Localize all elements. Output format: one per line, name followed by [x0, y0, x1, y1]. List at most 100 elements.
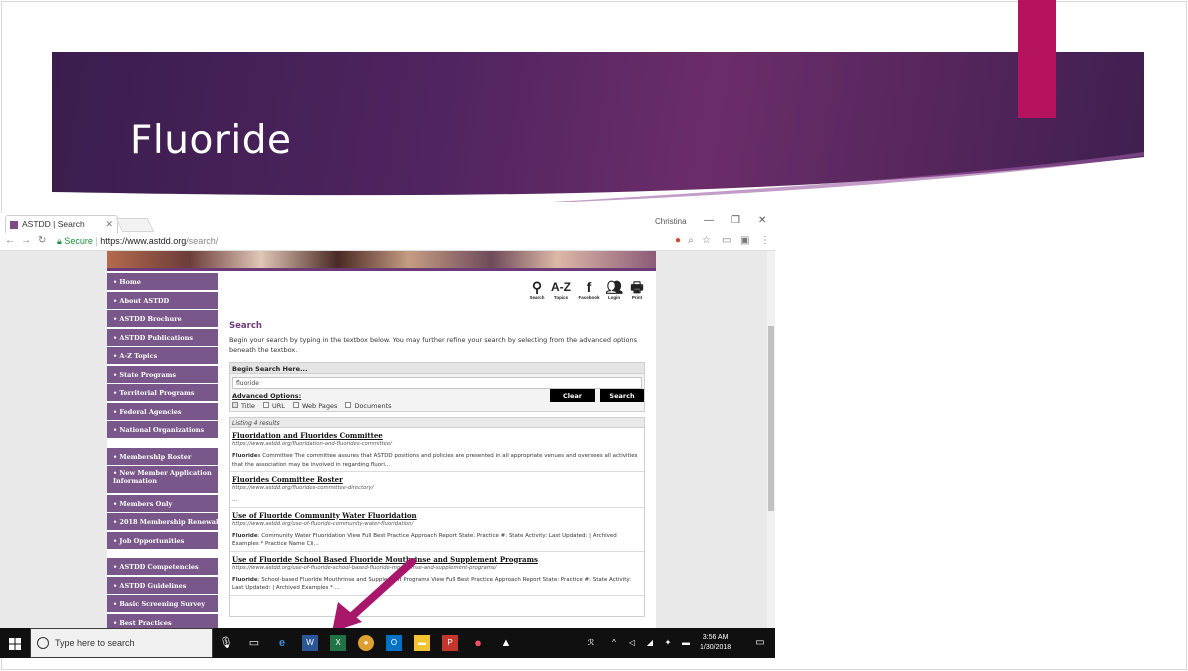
clear-button[interactable]: Clear [550, 389, 595, 402]
search-input[interactable]: fluoride [232, 377, 642, 389]
sidebar-item[interactable]: • Territorial Programs [107, 384, 218, 401]
topics-tool[interactable]: A-Z Topics [549, 279, 573, 300]
slide-title: Fluoride [130, 118, 292, 163]
web-pages-checkbox[interactable] [293, 402, 299, 408]
url-field[interactable]: 🔒︎ Secure | https://www.astdd.org/search… [57, 236, 218, 247]
search-button[interactable]: Search [600, 389, 644, 402]
result-snippet-text: : Community Water Fluoridation View Full… [232, 532, 617, 548]
print-icon: 🖶︎ [630, 279, 644, 295]
edge-icon[interactable]: e [274, 635, 290, 651]
excel-icon[interactable]: X [330, 635, 346, 651]
address-bar: ← → ↻ 🔒︎ Secure | https://www.astdd.org/… [0, 233, 775, 251]
microphone-icon[interactable]: 🎙︎ [218, 635, 234, 651]
network-icon[interactable]: ◢ [642, 635, 658, 651]
sidebar-item[interactable]: • Federal Agencies [107, 402, 218, 420]
sidebar-item[interactable]: • 2018 Membership Renewal [107, 513, 218, 530]
notifications-icon[interactable]: ▭ [752, 635, 768, 651]
header-strip [107, 268, 656, 271]
show-hidden-icons-icon[interactable]: ^ [606, 635, 622, 651]
sidebar-item[interactable]: • Job Opportunities [107, 531, 218, 549]
cast-icon[interactable]: ▭ [722, 235, 731, 246]
sidebar-item[interactable]: • Basic Screening Survey [107, 595, 218, 612]
slide-title-banner: Fluoride [52, 52, 1144, 202]
facebook-tool[interactable]: f Facebook [577, 279, 601, 300]
sidebar-item[interactable]: • New Member Application Information [107, 466, 218, 493]
maps-icon[interactable]: ● [470, 635, 486, 651]
url-checkbox[interactable] [263, 402, 270, 408]
title-checkbox[interactable] [232, 402, 238, 408]
taskbar-search[interactable]: Type here to search [30, 628, 213, 658]
maximize-icon[interactable]: ❐ [731, 215, 740, 226]
back-icon[interactable]: ← [5, 235, 15, 246]
menu-icon[interactable]: ⋮ [760, 235, 770, 246]
search-tool[interactable]: ⚲ Search [525, 279, 549, 300]
result-snippet: ... [232, 496, 642, 505]
result-item: Fluorides Committee Roster https://www.as… [230, 472, 644, 508]
sidebar-item[interactable]: • About ASTDD [107, 291, 218, 309]
cortana-icon [37, 637, 49, 649]
secure-label: Secure [64, 236, 93, 246]
chrome-icon[interactable]: ● [358, 635, 374, 651]
sidebar-item[interactable]: • ASTDD Guidelines [107, 576, 218, 594]
sidebar-item[interactable]: • Members Only [107, 494, 218, 512]
page-scrollbar[interactable] [767, 251, 775, 632]
close-tab-icon[interactable]: ✕ [105, 219, 113, 230]
word-icon[interactable]: W [302, 635, 318, 651]
sidebar-item[interactable]: • ASTDD Competencies [107, 558, 218, 575]
advanced-options-label: Advanced Options: [232, 392, 302, 400]
onedrive-icon[interactable]: ✦ [660, 635, 676, 651]
close-window-icon[interactable]: ✕ [758, 215, 766, 226]
search-form: Begin Search Here... fluoride Advanced O… [229, 362, 645, 412]
result-url: https://www.astdd.org/use-of-fluoride-sc… [232, 564, 497, 571]
tab-title: ASTDD | Search [22, 219, 85, 229]
clock-time: 3:56 AM [702, 634, 729, 641]
reload-icon[interactable]: ↻ [38, 235, 46, 246]
minimize-icon[interactable]: — [704, 215, 714, 226]
title-option-label: Title [241, 402, 255, 410]
powerpoint-icon[interactable]: P [442, 635, 458, 651]
result-title-link[interactable]: Fluoridation and Fluorides Committee [232, 431, 642, 440]
results-count: Listing 4 results [230, 418, 644, 428]
outlook-icon[interactable]: O [386, 635, 402, 651]
scroll-thumb[interactable] [768, 326, 774, 511]
result-snippet: Fluoride: Community Water Fluoridation V… [232, 532, 642, 549]
az-icon: A-Z [551, 280, 571, 294]
volume-icon[interactable]: ◁ [624, 635, 640, 651]
photos-icon[interactable]: ▲ [498, 635, 514, 651]
file-explorer-icon[interactable]: ▬ [414, 635, 430, 651]
windows-start-icon[interactable] [9, 637, 21, 655]
sidebar-item[interactable]: • Membership Roster [107, 447, 218, 465]
system-clock[interactable]: 3:56 AM 1/30/2018 [700, 633, 731, 653]
result-title-link[interactable]: Fluorides Committee Roster [232, 475, 642, 484]
extension-icon[interactable]: ● [675, 235, 681, 246]
new-tab-button[interactable] [115, 218, 155, 232]
sidebar-item[interactable]: • Home [107, 273, 218, 290]
result-snippet-text: ... [232, 497, 238, 503]
profile-name[interactable]: Christina [655, 217, 687, 226]
search-options: Title URL Web Pages Documents [232, 402, 398, 410]
web-pages-option-label: Web Pages [302, 402, 338, 410]
sidebar-item[interactable]: • National Organizations [107, 421, 218, 438]
bookmark-star-icon[interactable]: ☆ [702, 235, 711, 246]
url-path: /search/ [186, 236, 219, 246]
people-icon[interactable]: ℛ [583, 635, 599, 651]
documents-checkbox[interactable] [345, 402, 352, 408]
search-intro: Begin your search by typing in the textb… [229, 336, 638, 354]
extension-2-icon[interactable]: ▣ [740, 235, 749, 246]
sidebar-item[interactable]: • ASTDD Brochure [107, 310, 218, 327]
browser-tab[interactable]: ASTDD | Search ✕ [5, 215, 118, 233]
print-tool[interactable]: 🖶︎ Print [625, 279, 649, 300]
forward-icon[interactable]: → [21, 235, 31, 246]
result-title-link[interactable]: Use of Fluoride Community Water Fluorida… [232, 511, 642, 520]
search-heading: Search [229, 321, 262, 331]
login-tool[interactable]: 👥︎ Login [602, 279, 626, 300]
sidebar-item[interactable]: • State Programs [107, 365, 218, 383]
task-view-icon[interactable]: ▭ [246, 635, 262, 651]
sidebar-item[interactable]: • ASTDD Publications [107, 328, 218, 346]
battery-icon[interactable]: ▬ [678, 635, 694, 651]
documents-option-label: Documents [354, 402, 392, 410]
zoom-icon[interactable]: ⌕ [688, 235, 694, 246]
result-url: https://www.astdd.org/use-of-fluoride-co… [232, 520, 414, 527]
sidebar-item[interactable]: • A-Z Topics [107, 347, 218, 364]
result-title-link[interactable]: Use of Fluoride School Based Fluoride Mo… [232, 555, 642, 564]
